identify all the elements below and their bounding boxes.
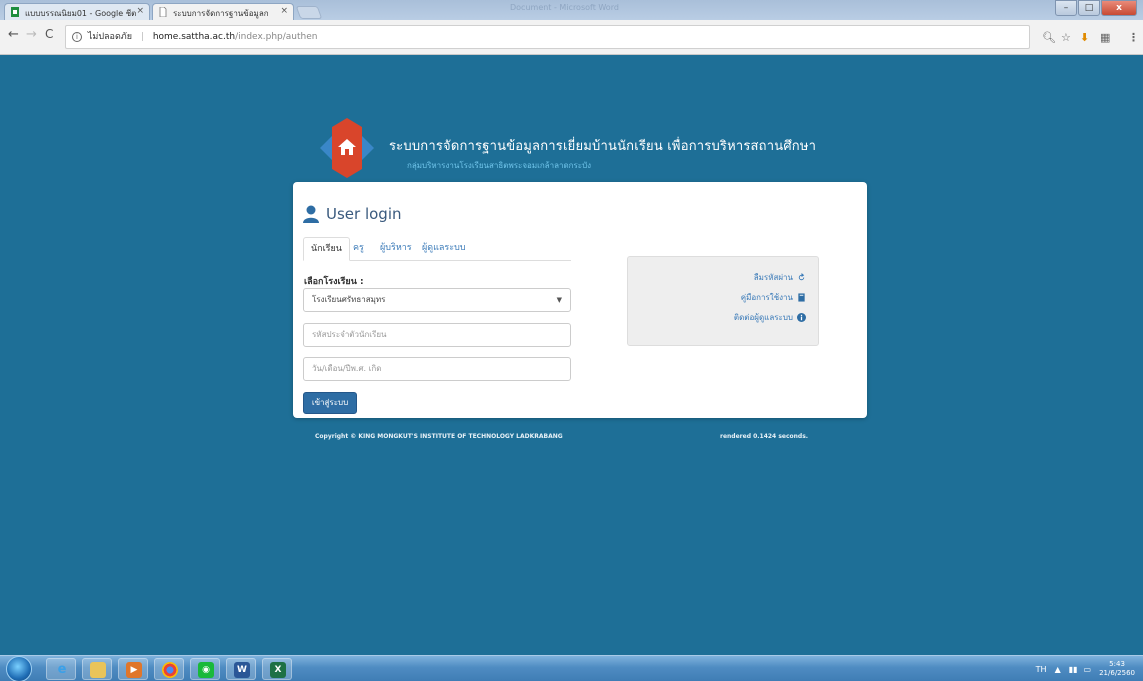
clock[interactable]: 5:43 21/6/2560	[1099, 660, 1135, 678]
taskbar-excel[interactable]: X	[262, 658, 292, 680]
zoom-icon[interactable]: 🔍︎	[1042, 31, 1056, 44]
login-card: User login นักเรียน ครู ผู้บริหาร ผู้ดูแ…	[293, 182, 867, 418]
user-icon	[303, 205, 319, 223]
school-select[interactable]: โรงเรียนศรัทธาสมุทร ▼	[303, 288, 571, 312]
book-icon	[798, 293, 805, 302]
action-center-icon[interactable]: ▭	[1084, 665, 1092, 674]
school-select-label: เลือกโรงเรียน :	[304, 277, 364, 287]
forgot-password-link[interactable]: ลืมรหัสผ่าน	[754, 271, 806, 284]
page-background: ระบบการจัดการฐานข้อมูลการเยี่ยมบ้านนักเร…	[0, 55, 1143, 655]
new-tab-button[interactable]	[295, 6, 323, 19]
birthdate-field[interactable]: วัน/เดือน/ปีพ.ศ. เกิด	[303, 357, 571, 381]
start-button[interactable]	[6, 656, 32, 681]
close-window-button[interactable]: x	[1101, 0, 1137, 16]
system-tray: TH ▲ ▮▮ ▭ 5:43 21/6/2560	[1036, 660, 1135, 678]
login-heading: User login	[303, 205, 402, 223]
maximize-button[interactable]: □	[1078, 0, 1100, 16]
info-circle-icon	[797, 313, 806, 322]
url-host: home.sattha.ac.th	[152, 32, 236, 42]
folder-icon	[90, 662, 106, 678]
ie-icon: e	[57, 662, 67, 677]
address-bar[interactable]: i ไม่ปลอดภัย | home.sattha.ac.th/index.p…	[65, 25, 1030, 49]
clock-date: 21/6/2560	[1099, 669, 1135, 677]
tab-admin[interactable]: ผู้ดูแลระบบ	[415, 237, 473, 261]
network-icon[interactable]: ▮▮	[1069, 665, 1078, 674]
download-icon[interactable]: ⬇	[1080, 31, 1089, 44]
manual-link[interactable]: คู่มือการใช้งาน	[741, 291, 806, 304]
sheets-icon	[11, 7, 19, 17]
media-player-icon: ▶	[126, 662, 142, 678]
help-panel: ลืมรหัสผ่าน คู่มือการใช้งาน ติดต่อผู้ดูแ…	[627, 256, 819, 346]
taskbar-chrome[interactable]	[154, 658, 184, 680]
menu-icon[interactable]: ⋮	[1128, 31, 1139, 44]
bookmark-star-icon[interactable]: ☆	[1061, 31, 1071, 44]
refresh-icon	[798, 273, 805, 281]
contact-admin-label: ติดต่อผู้ดูแลระบบ	[733, 313, 793, 322]
role-tabs: นักเรียน ครู ผู้บริหาร ผู้ดูแลระบบ	[303, 237, 571, 261]
tab-executive[interactable]: ผู้บริหาร	[373, 237, 419, 261]
line-icon: ◉	[198, 662, 214, 678]
forward-arrow-icon[interactable]: →	[26, 27, 37, 42]
contact-admin-link[interactable]: ติดต่อผู้ดูแลระบบ	[734, 311, 806, 324]
taskbar-explorer[interactable]	[82, 658, 112, 680]
student-id-field[interactable]: รหัสประจำตัวนักเรียน	[303, 323, 571, 347]
school-select-value: โรงเรียนศรัทธาสมุทร	[312, 295, 386, 304]
tab-google-sheets[interactable]: แบบบรรณนิยม01 - Google ชีต ×	[4, 3, 150, 20]
extension-icon[interactable]: ▦	[1100, 31, 1110, 44]
minimize-button[interactable]: –	[1055, 0, 1077, 16]
tab-strip: แบบบรรณนิยม01 - Google ชีต × ระบบการจัดก…	[0, 0, 1143, 20]
tab-close-icon[interactable]: ×	[280, 6, 288, 16]
browser-chrome: แบบบรรณนิยม01 - Google ชีต × ระบบการจัดก…	[0, 0, 1143, 55]
browser-toolbar: ← → C i ไม่ปลอดภัย | home.sattha.ac.th/i…	[0, 20, 1143, 55]
manual-label: คู่มือการใช้งาน	[740, 293, 793, 302]
tray-arrow-icon[interactable]: ▲	[1055, 665, 1061, 674]
site-subtitle: กลุ่มบริหารงานโรงเรียนสาธิตพระจอมเกล้าลา…	[407, 161, 592, 170]
security-label: ไม่ปลอดภัย	[87, 32, 133, 42]
footer-copyright: Copyright © KING MONGKUT'S INSTITUTE OF …	[315, 433, 563, 440]
tab-teacher[interactable]: ครู	[346, 237, 371, 261]
excel-icon: X	[270, 662, 286, 678]
back-arrow-icon[interactable]: ←	[8, 27, 19, 42]
url-path: /index.php/authen	[235, 32, 318, 42]
info-icon[interactable]: i	[72, 32, 82, 42]
word-icon: W	[234, 662, 250, 678]
taskbar: e ▶ ◉ W X TH ▲ ▮▮ ▭ 5:43 21/6/2560	[0, 655, 1143, 681]
reload-icon[interactable]: C	[45, 27, 53, 41]
input-language[interactable]: TH	[1036, 665, 1047, 674]
login-title: User login	[326, 205, 402, 223]
login-button[interactable]: เข้าสู่ระบบ	[303, 392, 357, 414]
taskbar-ie[interactable]: e	[46, 658, 76, 680]
tab-title: ระบบการจัดการฐานข้อมูลก	[173, 9, 269, 18]
window-title: Document - Microsoft Word	[510, 3, 619, 12]
tab-authen[interactable]: ระบบการจัดการฐานข้อมูลก ×	[152, 3, 294, 20]
house-logo-icon	[320, 118, 374, 178]
taskbar-line[interactable]: ◉	[190, 658, 220, 680]
tab-student[interactable]: นักเรียน	[303, 237, 350, 261]
tab-title: แบบบรรณนิยม01 - Google ชีต	[25, 9, 137, 18]
tab-close-icon[interactable]: ×	[136, 6, 144, 16]
footer-render-time: rendered 0.1424 seconds.	[720, 433, 809, 440]
clock-time: 5:43	[1109, 660, 1125, 668]
window-controls: – □ x	[1054, 0, 1137, 16]
page-icon	[159, 7, 167, 17]
taskbar-word[interactable]: W	[226, 658, 256, 680]
chevron-down-icon: ▼	[556, 296, 562, 304]
address-separator: |	[140, 32, 144, 42]
taskbar-media[interactable]: ▶	[118, 658, 148, 680]
chrome-icon	[162, 662, 178, 678]
forgot-password-label: ลืมรหัสผ่าน	[753, 273, 793, 282]
site-title: ระบบการจัดการฐานข้อมูลการเยี่ยมบ้านนักเร…	[389, 139, 817, 154]
